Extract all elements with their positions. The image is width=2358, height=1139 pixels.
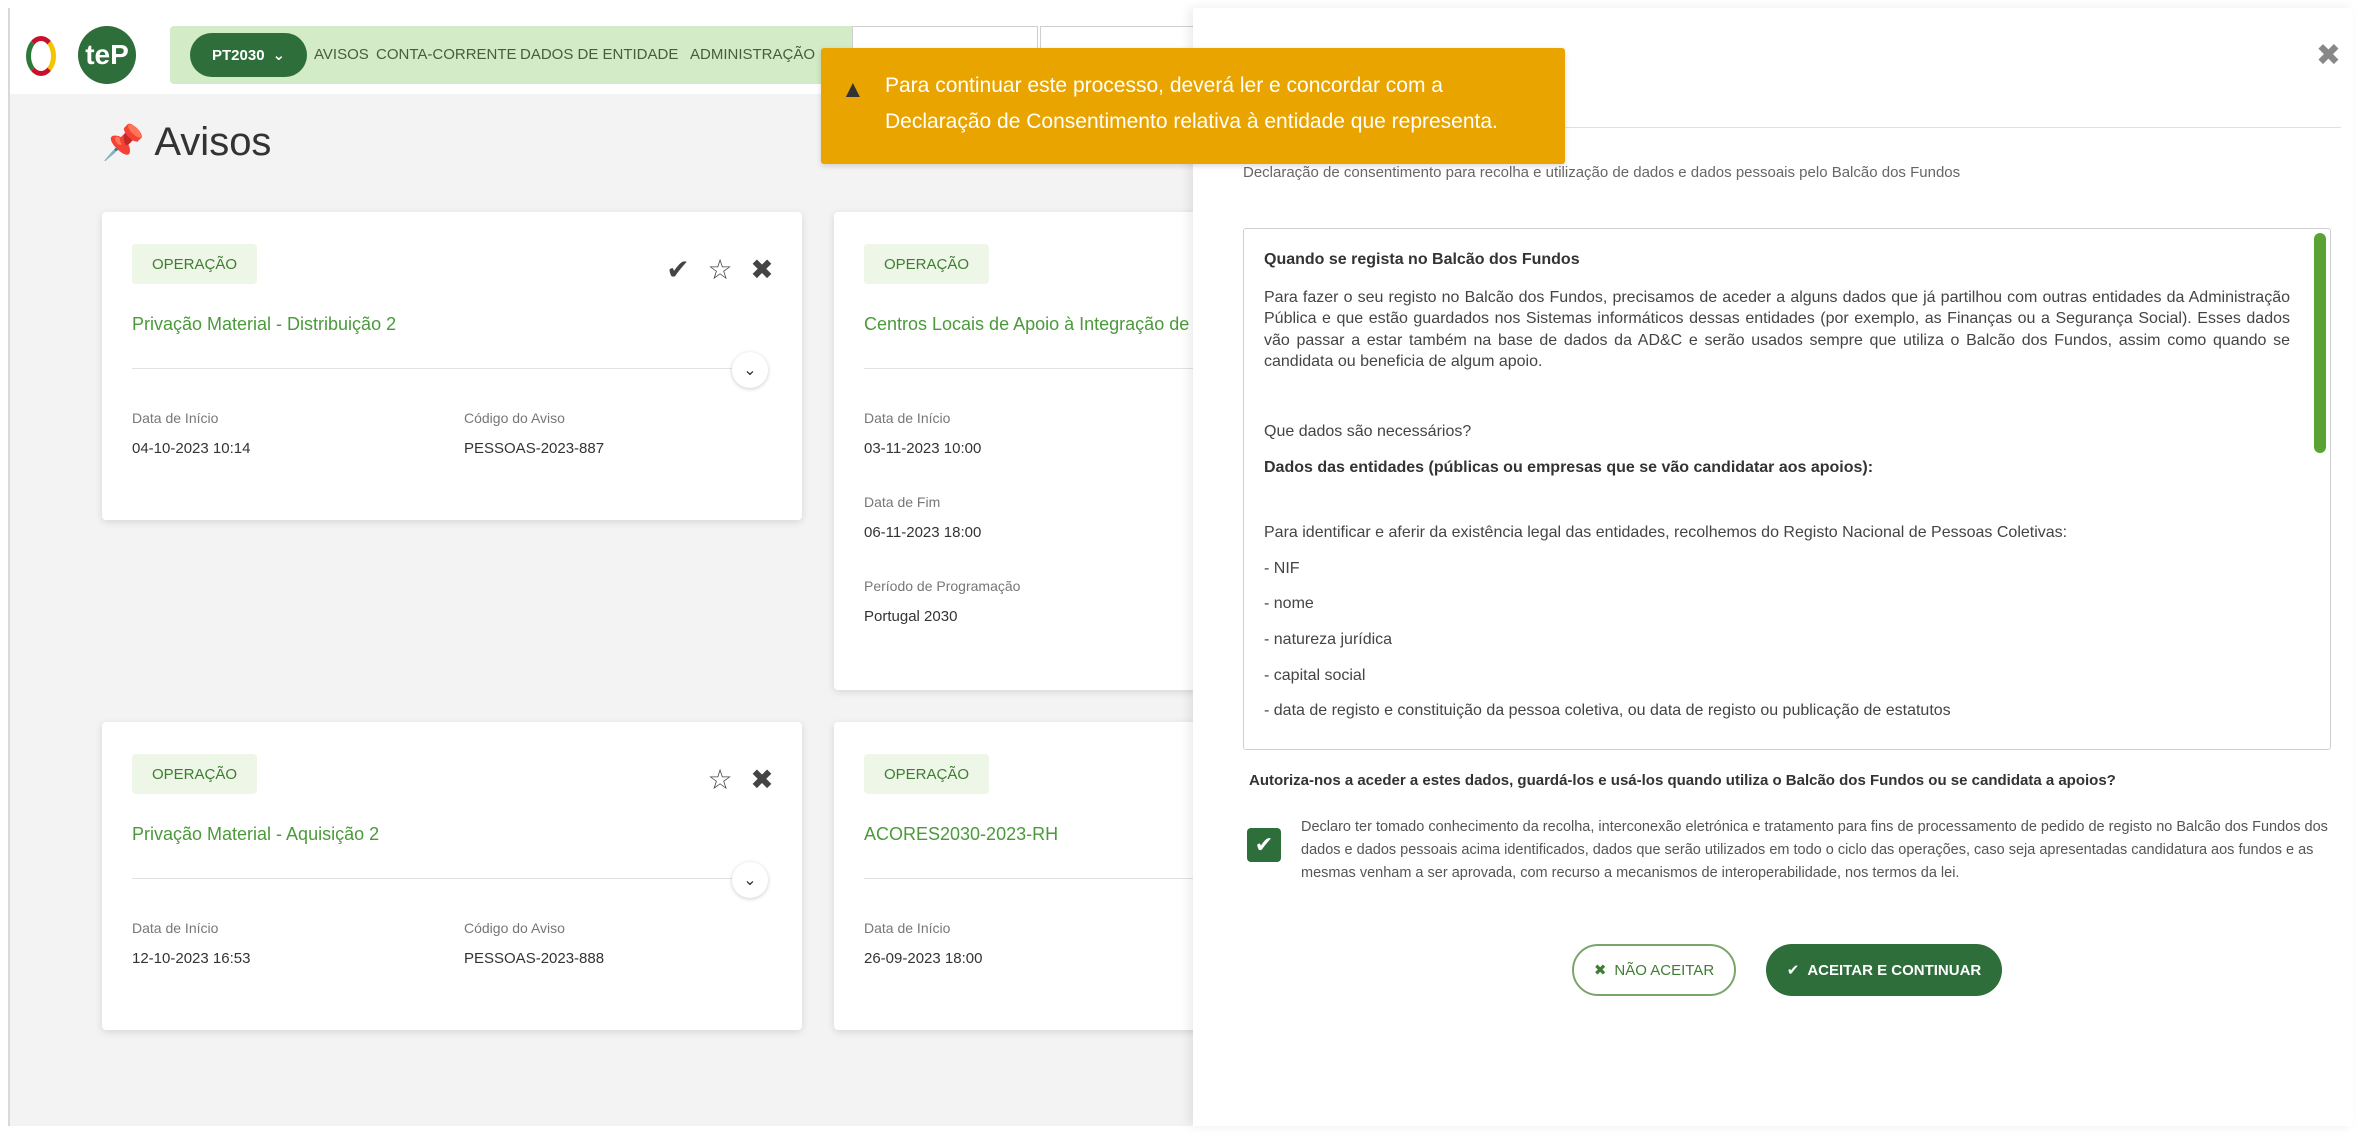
list-item: - nome [1264,595,1314,613]
entities-heading: Dados das entidades (públicas ou empresa… [1264,458,1874,476]
background-app: teP PT2030 ⌄ AVISOS CONTA-CORRENTE DADOS… [8,8,1193,1126]
program-selector-label: PT2030 [212,46,265,64]
card-actions: ✔ ☆ ✖ [664,256,776,284]
list-item: - natureza jurídica [1264,630,1393,648]
card-actions: ☆ ✖ [706,766,776,794]
star-icon[interactable]: ☆ [706,766,734,794]
notice-card[interactable]: OPERAÇÃO ✔ ☆ ✖ Privação Material - Distr… [102,212,802,520]
divider [864,878,1193,879]
expand-chevron-icon[interactable]: ⌄ [732,352,768,388]
identify-text: Para identificar e aferir da existência … [1264,524,2068,542]
field-value: PESSOAS-2023-888 [464,950,605,967]
field-label: Data de Início [132,410,219,426]
field-label: Data de Fim [864,494,941,510]
nav-dados-entidade[interactable]: DADOS DE ENTIDADE [520,46,678,63]
field-value: PESSOAS-2023-887 [464,440,605,457]
toast-line-2: Declaração de Consentimento relativa à e… [885,110,1498,133]
divider [864,368,1193,369]
divider [132,368,762,369]
republic-logo [26,36,56,76]
reject-button-label: NÃO ACEITAR [1614,961,1715,979]
program-selector[interactable]: PT2030 ⌄ [190,33,308,77]
declaration-text: Declaro ter tomado conhecimento da recol… [1301,819,2328,882]
close-icon[interactable]: ✖ [748,256,776,284]
field-value: 03-11-2023 10:00 [864,440,982,457]
page-title-text: Avisos [154,120,272,164]
divider [132,878,762,879]
warning-icon: ▲ [841,76,865,103]
check-icon[interactable]: ✔ [664,256,692,284]
field-label: Código do Aviso [464,920,565,936]
list-item: - capital social [1264,666,1366,684]
content-question: Que dados são necessários? [1264,422,1472,440]
consent-checkbox[interactable]: ✔ [1247,828,1281,862]
check-icon: ✔ [1786,962,1800,979]
consent-question: Autoriza-nos a aceder a estes dados, gua… [1249,772,2116,789]
operation-tag: OPERAÇÃO [864,244,990,284]
check-icon: ✔ [1254,832,1274,857]
field-value: 04-10-2023 10:14 [132,440,251,457]
field-value: Portugal 2030 [864,608,958,625]
accept-button-label: ACEITAR E CONTINUAR [1807,961,1982,979]
field-label: Data de Início [864,410,951,426]
list-item: - NIF [1264,559,1300,577]
star-icon[interactable]: ☆ [706,256,734,284]
nav-administracao[interactable]: ADMINISTRAÇÃO [690,46,815,63]
nav-avisos[interactable]: AVISOS [314,46,369,63]
card-title[interactable]: Centros Locais de Apoio à Integração de … [864,314,1193,335]
warning-toast: ▲ Para continuar este processo, deverá l… [821,48,1565,164]
card-title[interactable]: Privação Material - Distribuição 2 [132,314,396,335]
reject-button[interactable]: ✖ NÃO ACEITAR [1572,944,1736,996]
operation-tag: OPERAÇÃO [132,244,258,284]
field-label: Período de Programação [864,578,1021,594]
modal-subtitle: Declaração de consentimento para recolha… [1243,164,1961,181]
expand-chevron-icon[interactable]: ⌄ [732,862,768,898]
nav-conta-corrente[interactable]: CONTA-CORRENTE [376,46,517,63]
pin-icon: 📌 [102,123,145,162]
field-label: Código do Aviso [464,410,565,426]
notice-card[interactable]: OPERAÇÃO ACORES2030-2023-RH Data de Iníc… [834,722,1193,1030]
toast-line-1: Para continuar este processo, deverá ler… [885,74,1443,97]
card-title[interactable]: ACORES2030-2023-RH [864,824,1058,845]
notice-card[interactable]: OPERAÇÃO ☆ ✖ Privação Material - Aquisiç… [102,722,802,1030]
content-intro: Para fazer o seu registo no Balcão dos F… [1264,288,2290,371]
close-icon[interactable]: ✖ [2316,38,2341,73]
field-value: 26-09-2023 18:00 [864,950,983,967]
consent-text-scrollbox[interactable]: Quando se regista no Balcão dos Fundos P… [1243,228,2331,750]
card-title[interactable]: Privação Material - Aquisição 2 [132,824,379,845]
operation-tag: OPERAÇÃO [132,754,258,794]
page-title: 📌 Avisos [102,120,271,165]
scrollbar-thumb[interactable] [2314,233,2326,453]
field-value: 06-11-2023 18:00 [864,524,982,541]
operation-tag: OPERAÇÃO [864,754,990,794]
accept-continue-button[interactable]: ✔ ACEITAR E CONTINUAR [1766,944,2002,996]
notice-card[interactable]: OPERAÇÃO Centros Locais de Apoio à Integ… [834,212,1193,690]
field-value: 12-10-2023 16:53 [132,950,251,967]
close-icon[interactable]: ✖ [748,766,776,794]
close-icon: ✖ [1593,962,1607,979]
chevron-down-icon: ⌄ [272,47,286,64]
tep-logo[interactable]: teP [78,26,136,84]
field-label: Data de Início [864,920,951,936]
consent-modal: ✖ nto Declaração de consentimento para r… [1193,8,2353,1126]
content-heading: Quando se regista no Balcão dos Fundos [1264,251,1580,268]
field-label: Data de Início [132,920,219,936]
list-item: - data de registo e constituição da pess… [1264,702,1951,720]
